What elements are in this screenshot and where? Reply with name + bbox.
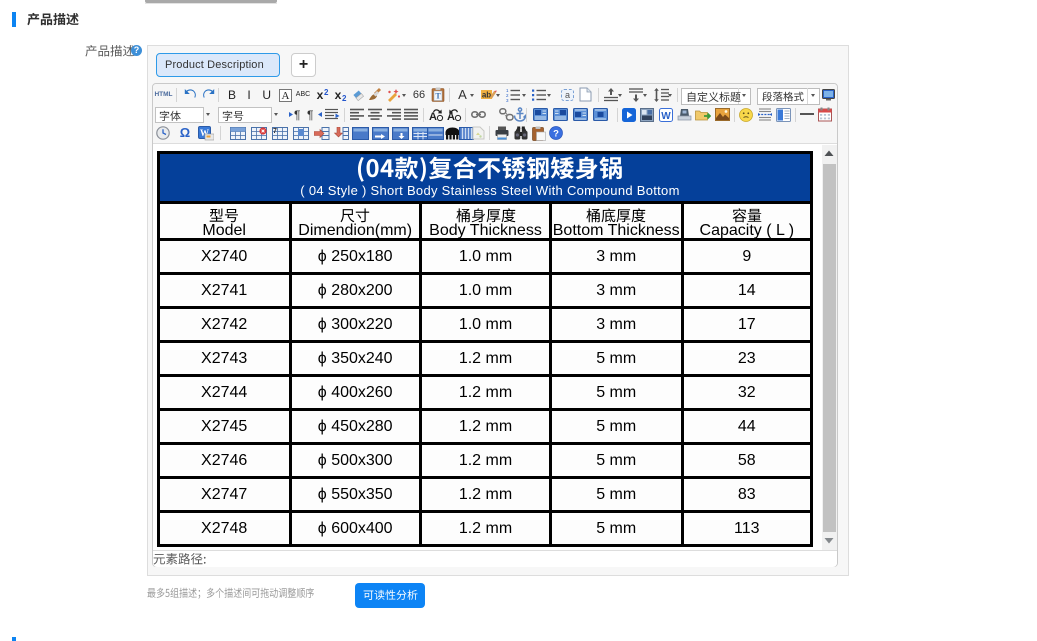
svg-text:A: A bbox=[429, 111, 437, 122]
svg-text:¶: ¶ bbox=[307, 108, 313, 121]
svg-text:¶: ¶ bbox=[294, 108, 300, 121]
svg-text:?: ? bbox=[553, 129, 559, 140]
svg-text:T: T bbox=[435, 92, 441, 101]
svg-text:ab: ab bbox=[482, 91, 491, 100]
svg-text:3: 3 bbox=[506, 98, 509, 102]
svg-text:7: 7 bbox=[273, 128, 277, 135]
svg-text:W: W bbox=[661, 111, 671, 122]
